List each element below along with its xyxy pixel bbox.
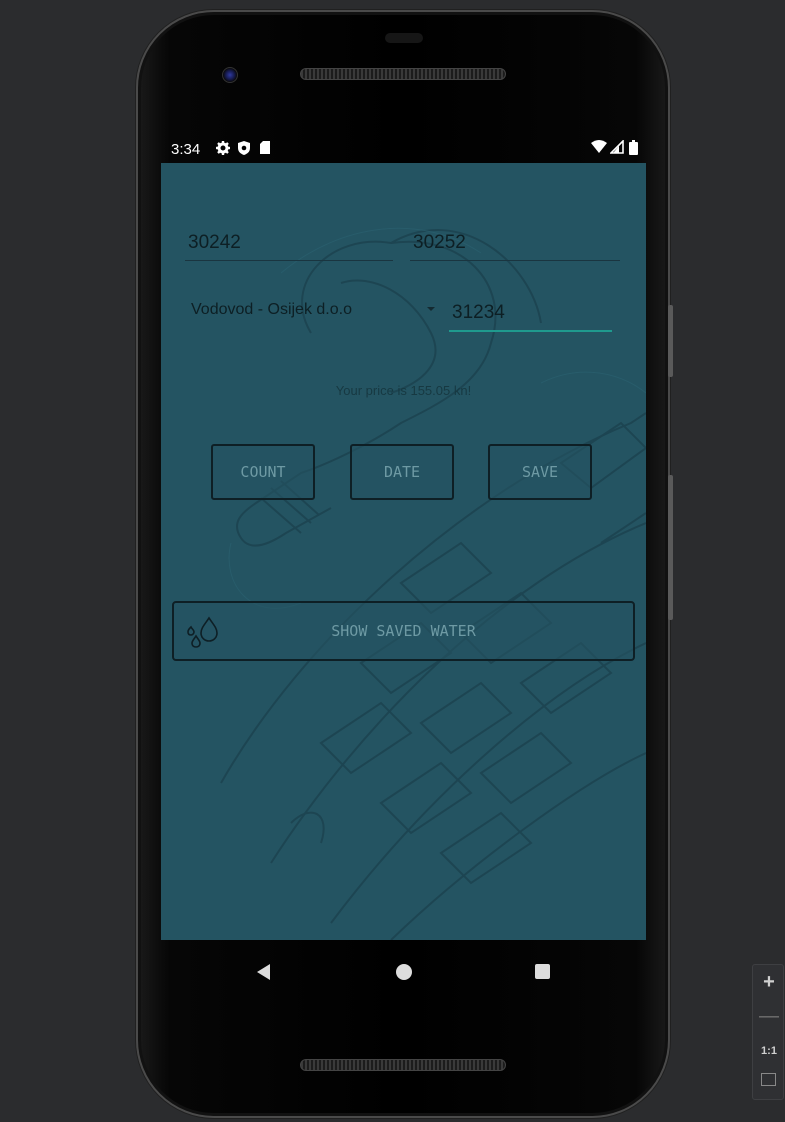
app-screen: 30242 30252 Vodovod - Osijek d.o.o 31234… — [161, 163, 646, 940]
recent-apps-icon[interactable] — [535, 964, 550, 979]
status-time: 3:34 — [171, 141, 201, 158]
emulator-zoom-controls: + — 1:1 — [752, 964, 784, 1100]
end-reading-underline — [410, 260, 620, 261]
zoom-fit-icon[interactable] — [761, 1073, 776, 1086]
battery-icon — [629, 140, 638, 158]
signal-icon — [609, 139, 624, 157]
background-sketch-image — [220, 227, 646, 940]
price-result-text: Your price is 155.05 kn! — [335, 383, 472, 398]
power-button[interactable] — [668, 305, 673, 377]
count-button[interactable]: COUNT — [211, 444, 315, 500]
settings-icon — [215, 140, 231, 159]
start-reading-underline — [185, 260, 393, 261]
chevron-down-icon[interactable] — [427, 307, 435, 311]
earpiece-speaker — [300, 68, 506, 80]
zoom-out-button[interactable]: — — [753, 1005, 785, 1028]
start-reading-input[interactable]: 30242 — [188, 232, 241, 254]
date-button[interactable]: DATE — [350, 444, 454, 500]
code-input-underline-focused — [449, 330, 612, 332]
back-icon[interactable] — [257, 964, 270, 980]
shield-icon — [237, 140, 251, 159]
show-saved-water-label: SHOW SAVED WATER — [331, 622, 476, 640]
save-button[interactable]: SAVE — [488, 444, 592, 500]
status-bar: 3:34 — [161, 137, 646, 163]
code-input[interactable]: 31234 — [452, 302, 505, 324]
system-nav-bar — [161, 940, 646, 1002]
zoom-actual-size-button[interactable]: 1:1 — [753, 1045, 785, 1057]
front-camera-icon — [222, 67, 238, 83]
zoom-in-button[interactable]: + — [753, 971, 785, 994]
volume-button[interactable] — [668, 475, 673, 620]
show-saved-water-button[interactable]: SHOW SAVED WATER — [172, 601, 635, 661]
provider-spinner[interactable]: Vodovod - Osijek d.o.o — [191, 301, 352, 319]
end-reading-input[interactable]: 30252 — [413, 232, 466, 254]
sd-card-icon — [259, 140, 271, 158]
home-icon[interactable] — [396, 964, 412, 980]
bottom-speaker — [300, 1059, 506, 1071]
wifi-icon — [591, 140, 607, 157]
top-sensor — [385, 33, 423, 43]
